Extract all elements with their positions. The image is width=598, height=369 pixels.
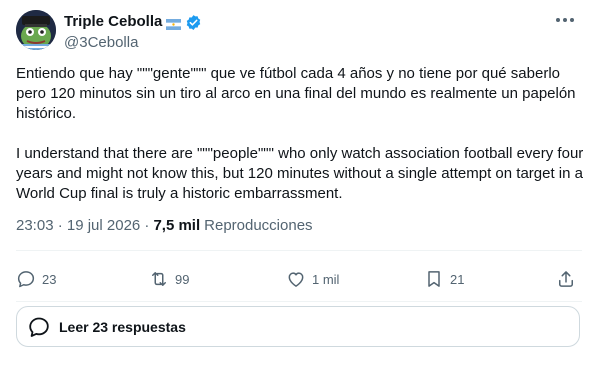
tweet-text: Entiendo que hay """gente""" que ve fútb… <box>16 65 584 202</box>
tweet-card: Triple Cebolla @3Cebolla Entiendo que ha… <box>0 0 598 369</box>
read-replies-label: Leer 23 respuestas <box>59 318 186 335</box>
avatar-pepe-icon <box>16 10 56 50</box>
share-button[interactable] <box>556 262 576 296</box>
retweet-icon <box>152 272 166 286</box>
retweet-button[interactable]: 99 <box>149 262 189 296</box>
reply-icon <box>17 271 35 288</box>
like-icon <box>288 272 304 287</box>
divider <box>16 250 582 251</box>
reply-button[interactable]: 23 <box>16 262 56 296</box>
more-options-button[interactable] <box>552 10 578 30</box>
like-button[interactable]: 1 mil <box>286 262 339 296</box>
bookmark-count: 21 <box>450 271 465 287</box>
read-replies-button[interactable]: Leer 23 respuestas <box>16 306 580 347</box>
verified-badge-icon[interactable] <box>185 14 202 31</box>
views-count: 7,5 mil <box>153 217 201 234</box>
bookmark-button[interactable]: 21 <box>424 262 464 296</box>
like-count: 1 mil <box>312 271 340 287</box>
author-handle[interactable]: @3Cebolla <box>64 34 138 52</box>
avatar[interactable] <box>16 10 56 50</box>
argentina-flag-icon <box>166 17 182 30</box>
tweet-timestamp[interactable]: 23:03 · 19 jul 2026 · <box>16 216 149 236</box>
author-display-name[interactable]: Triple Cebolla <box>64 13 162 31</box>
views-label[interactable]: Reproducciones <box>204 216 312 236</box>
share-icon <box>559 271 573 287</box>
bookmark-icon <box>428 271 440 287</box>
action-bar: 23 99 1 mil 21 <box>16 262 582 296</box>
retweet-count: 99 <box>175 271 190 287</box>
reply-count: 23 <box>42 271 57 287</box>
author-name-row: Triple Cebolla <box>64 13 202 31</box>
divider <box>16 301 582 302</box>
replies-bubble-icon <box>29 317 49 337</box>
tweet-meta: 23:03 · 19 jul 2026 · 7,5 mil Reproducci… <box>16 216 313 236</box>
more-icon <box>556 18 574 22</box>
